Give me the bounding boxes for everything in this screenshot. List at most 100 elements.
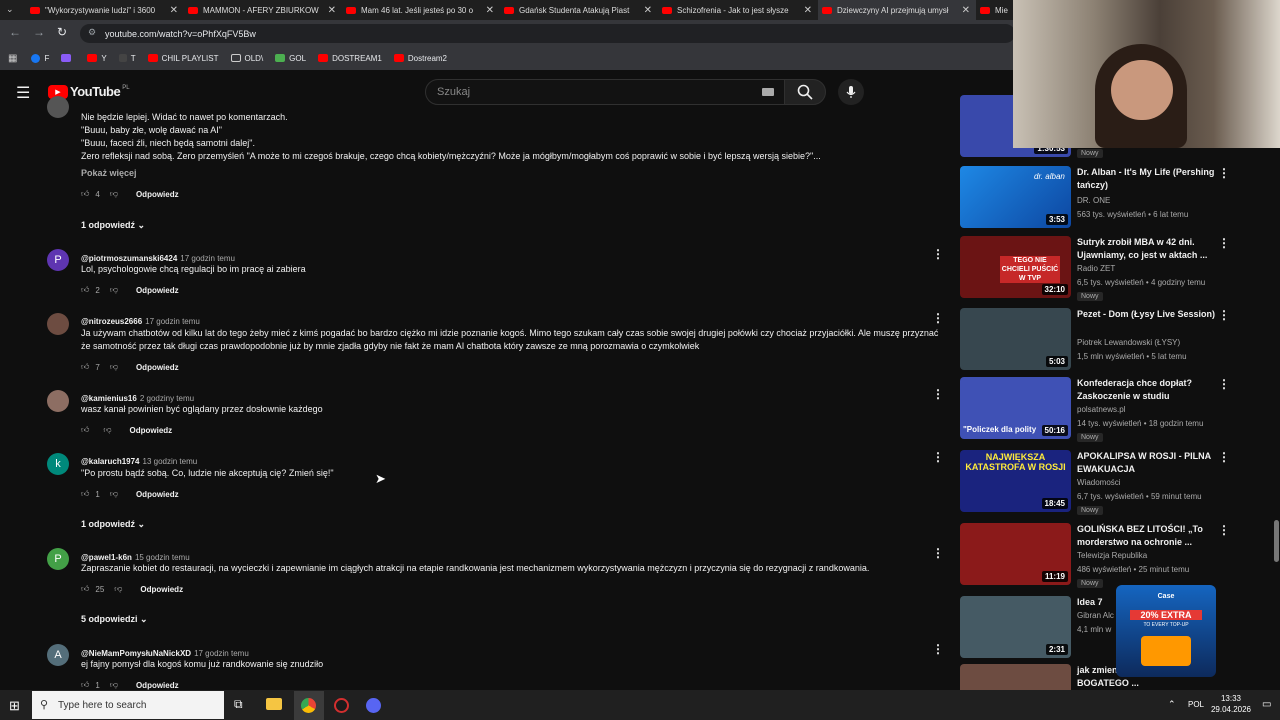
menu-hamburger-icon[interactable]: ☰ (16, 83, 30, 103)
channel-name[interactable]: Radio ZET (1077, 264, 1115, 273)
close-tab-icon[interactable]: ✕ (328, 5, 336, 16)
browser-tab[interactable]: "Wykorzystywanie ludzi" i 3600 ✕ (26, 0, 184, 20)
like-icon[interactable]: 👍︎ (81, 425, 89, 435)
reply-button[interactable]: Odpowiedz (136, 363, 179, 372)
avatar[interactable]: k (47, 453, 69, 475)
video-title[interactable]: APOKALIPSA W ROSJI - PILNA EWAKUACJA (1077, 450, 1217, 476)
dislike-icon[interactable]: 👎︎ (114, 584, 122, 594)
dislike-icon[interactable]: 👎︎ (103, 425, 111, 435)
video-thumbnail[interactable]: NAJWIĘKSZA KATASTROFA W ROSJI 18:45 (960, 450, 1071, 512)
windows-start-icon[interactable]: ⊞ (9, 698, 20, 714)
reply-button[interactable]: Odpowiedz (140, 585, 183, 594)
like-icon[interactable]: 👍︎ (81, 680, 89, 690)
comment-author[interactable]: @pawel1-k6n (81, 553, 132, 562)
show-replies-button[interactable]: 1 odpowiedź ⌄ (81, 220, 145, 231)
video-menu-icon[interactable]: ⋮ (1218, 166, 1230, 180)
video-title[interactable]: Konfederacja chce dopłat? Zaskoczenie w … (1077, 377, 1217, 403)
app-icon[interactable] (334, 698, 349, 713)
search-button[interactable] (784, 79, 826, 105)
video-thumbnail[interactable]: 5:03 (960, 308, 1071, 370)
browser-tab[interactable]: MAMMON - AFERY ZBIURKOW ✕ (184, 0, 342, 20)
channel-name[interactable]: polsatnews.pl (1077, 405, 1125, 414)
like-icon[interactable]: 👍︎ (81, 285, 89, 295)
comment-time[interactable]: 17 godzin temu (180, 254, 235, 263)
language-indicator[interactable]: POL (1188, 700, 1204, 709)
recommended-video[interactable]: TEGO NIE CHCIELI PUŚCIĆ W TVP 32:10 Sutry… (960, 236, 1275, 301)
comment-menu-icon[interactable]: ⋮ (932, 247, 944, 261)
comment-time[interactable]: 15 godzin temu (135, 553, 190, 562)
discord-icon[interactable] (366, 698, 381, 713)
video-thumbnail[interactable]: 11:19 (960, 523, 1071, 585)
bookmark-item[interactable] (61, 54, 75, 62)
avatar[interactable] (47, 390, 69, 412)
video-thumbnail[interactable]: dr. alban 3:53 (960, 166, 1071, 228)
recommended-video[interactable]: 11:19 GOLIŃSKA BEZ LITOŚCI! „To morderst… (960, 523, 1275, 588)
site-info-icon[interactable]: ⚙ (88, 27, 96, 38)
comment-menu-icon[interactable]: ⋮ (932, 546, 944, 560)
show-replies-button[interactable]: 5 odpowiedzi ⌄ (81, 614, 148, 625)
avatar[interactable] (47, 96, 69, 118)
reply-button[interactable]: Odpowiedz (136, 190, 179, 199)
video-thumbnail[interactable]: TEGO NIE CHCIELI PUŚCIĆ W TVP 32:10 (960, 236, 1071, 298)
close-tab-icon[interactable]: ✕ (804, 5, 812, 16)
dislike-icon[interactable]: 👎︎ (110, 189, 118, 199)
close-tab-icon[interactable]: ✕ (486, 5, 494, 16)
bookmark-item[interactable]: F (31, 53, 49, 63)
avatar[interactable]: P (47, 249, 69, 271)
video-menu-icon[interactable]: ⋮ (1218, 236, 1230, 250)
chrome-taskbar-button[interactable] (294, 691, 324, 720)
comment-author[interactable]: @kalaruch1974 (81, 457, 140, 466)
file-explorer-icon[interactable] (266, 698, 282, 710)
channel-name[interactable]: Telewizja Republika (1077, 551, 1147, 560)
comment-time[interactable]: 13 godzin temu (143, 457, 198, 466)
recommended-video[interactable]: 5:03 Pezet - Dom (Łysy Live Session) Pio… (960, 308, 1275, 370)
task-view-icon[interactable]: ⧉ (234, 697, 243, 712)
bookmark-item[interactable]: CHIL PLAYLIST (147, 54, 219, 63)
browser-tab[interactable]: Mam 46 lat. Jeśli jesteś po 30 o ✕ (342, 0, 500, 20)
browser-tab-active[interactable]: Dziewczyny AI przejmują umysł ✕ (818, 0, 976, 20)
bookmark-item[interactable]: GOL (275, 54, 306, 63)
ad-overlay[interactable]: Case 20% EXTRA TO EVERY TOP-UP (1116, 585, 1216, 677)
video-thumbnail[interactable]: "Policzek dla polity 50:16 (960, 377, 1071, 439)
dislike-icon[interactable]: 👎︎ (110, 362, 118, 372)
channel-name[interactable]: Wiadomości (1077, 478, 1121, 487)
video-title[interactable]: GOLIŃSKA BEZ LITOŚCI! „To morderstwo na … (1077, 523, 1217, 549)
tab-search-chevron-icon[interactable]: ⌄ (6, 4, 14, 15)
show-more-link[interactable]: Pokaż więcej (81, 168, 137, 178)
reply-button[interactable]: Odpowiedz (136, 490, 179, 499)
channel-name[interactable]: Gibran Alc (1077, 611, 1114, 620)
bookmark-item[interactable]: Dostream2 (393, 54, 447, 63)
keyboard-icon[interactable] (762, 88, 774, 96)
bookmark-item[interactable]: Y (87, 54, 107, 63)
comment-author[interactable]: @kamienius16 (81, 394, 137, 403)
dislike-icon[interactable]: 👎︎ (110, 489, 118, 499)
avatar[interactable] (47, 313, 69, 335)
bookmark-item[interactable]: T (118, 54, 136, 63)
close-tab-icon[interactable]: ✕ (962, 5, 970, 16)
comment-author[interactable]: @piotrmoszumanski6424 (81, 254, 177, 263)
dislike-icon[interactable]: 👎︎ (110, 680, 118, 690)
video-thumbnail[interactable] (960, 664, 1071, 690)
browser-tab[interactable]: Schizofrenia - Jak to jest słysze ✕ (658, 0, 818, 20)
recommended-video[interactable]: "Policzek dla polity 50:16 Konfederacja c… (960, 377, 1275, 442)
video-menu-icon[interactable]: ⋮ (1218, 450, 1230, 464)
like-icon[interactable]: 👍︎ (81, 189, 89, 199)
comment-menu-icon[interactable]: ⋮ (932, 387, 944, 401)
comment-time[interactable]: 17 godzin temu (145, 317, 200, 326)
video-menu-icon[interactable]: ⋮ (1218, 523, 1230, 537)
tray-chevron-icon[interactable]: ⌃ (1168, 699, 1176, 710)
video-title[interactable]: Pezet - Dom (Łysy Live Session) (1077, 308, 1217, 321)
avatar[interactable]: A (47, 644, 69, 666)
like-icon[interactable]: 👍︎ (81, 489, 89, 499)
search-input[interactable]: Szukaj (425, 79, 785, 105)
browser-tab[interactable]: Gdańsk Studenta Atakują Piast ✕ (500, 0, 658, 20)
channel-name[interactable]: Piotrek Lewandowski (ŁYSY) (1077, 338, 1180, 347)
close-tab-icon[interactable]: ✕ (170, 5, 178, 16)
dislike-icon[interactable]: 👎︎ (110, 285, 118, 295)
comment-time[interactable]: 2 godziny temu (140, 394, 194, 403)
bookmark-item[interactable]: DOSTREAM1 (318, 54, 382, 63)
recommended-video[interactable]: NAJWIĘKSZA KATASTROFA W ROSJI 18:45 APOKA… (960, 450, 1275, 515)
back-icon[interactable]: ← (9, 25, 21, 39)
reload-icon[interactable]: ↻ (57, 25, 67, 39)
video-thumbnail[interactable]: 2:31 (960, 596, 1071, 658)
